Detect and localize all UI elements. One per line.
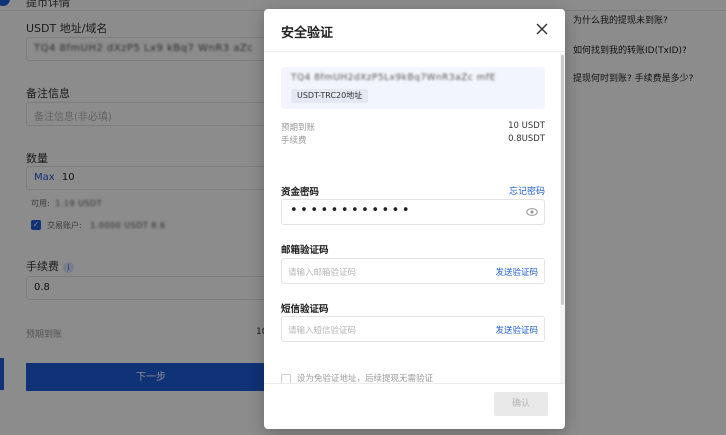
password-mask: •••••••••••• <box>290 203 413 218</box>
send-sms-code-button[interactable]: 发送验证码 <box>495 324 538 336</box>
header-divider <box>264 51 565 52</box>
sms-code-placeholder: 请输入短信验证码 <box>288 326 357 336</box>
exempt-checkbox[interactable] <box>281 373 291 384</box>
expected-value: 10 USDT <box>508 121 545 131</box>
scrollbar-thumb[interactable] <box>561 55 564 305</box>
expected-label: 预期到账 <box>281 123 316 133</box>
network-tag: USDT-TRC20地址 <box>291 89 369 103</box>
sms-code-input[interactable]: 请输入短信验证码 发送验证码 <box>281 316 545 342</box>
fund-password-label: 资金密码 <box>281 187 320 198</box>
forgot-password-link[interactable]: 忘记密码 <box>509 184 545 197</box>
close-icon <box>536 23 548 35</box>
email-code-input[interactable]: 请输入邮箱验证码 发送验证码 <box>281 258 545 284</box>
modal-title: 安全验证 <box>281 26 334 41</box>
eye-icon[interactable] <box>526 207 538 217</box>
sms-code-label: 短信验证码 <box>281 304 329 315</box>
modal-fee-label: 手续费 <box>281 136 307 146</box>
withdraw-address: TQ4 8fmUH2dXzP5Lx9kBq7WnR3aZc mfE <box>291 73 496 83</box>
modal-fee-value: 0.8USDT <box>508 134 545 144</box>
send-email-code-button[interactable]: 发送验证码 <box>495 266 538 278</box>
footer-divider <box>264 383 565 384</box>
email-code-label: 邮箱验证码 <box>281 245 329 256</box>
confirm-button[interactable]: 确认 <box>494 392 548 416</box>
fund-password-input[interactable]: •••••••••••• <box>281 199 545 225</box>
security-verification-modal: 安全验证 TQ4 8fmUH2dXzP5Lx9kBq7WnR3aZc mfE U… <box>264 9 565 429</box>
email-code-placeholder: 请输入邮箱验证码 <box>288 268 357 278</box>
address-card: TQ4 8fmUH2dXzP5Lx9kBq7WnR3aZc mfE USDT-T… <box>281 67 545 109</box>
close-button[interactable] <box>534 21 550 37</box>
